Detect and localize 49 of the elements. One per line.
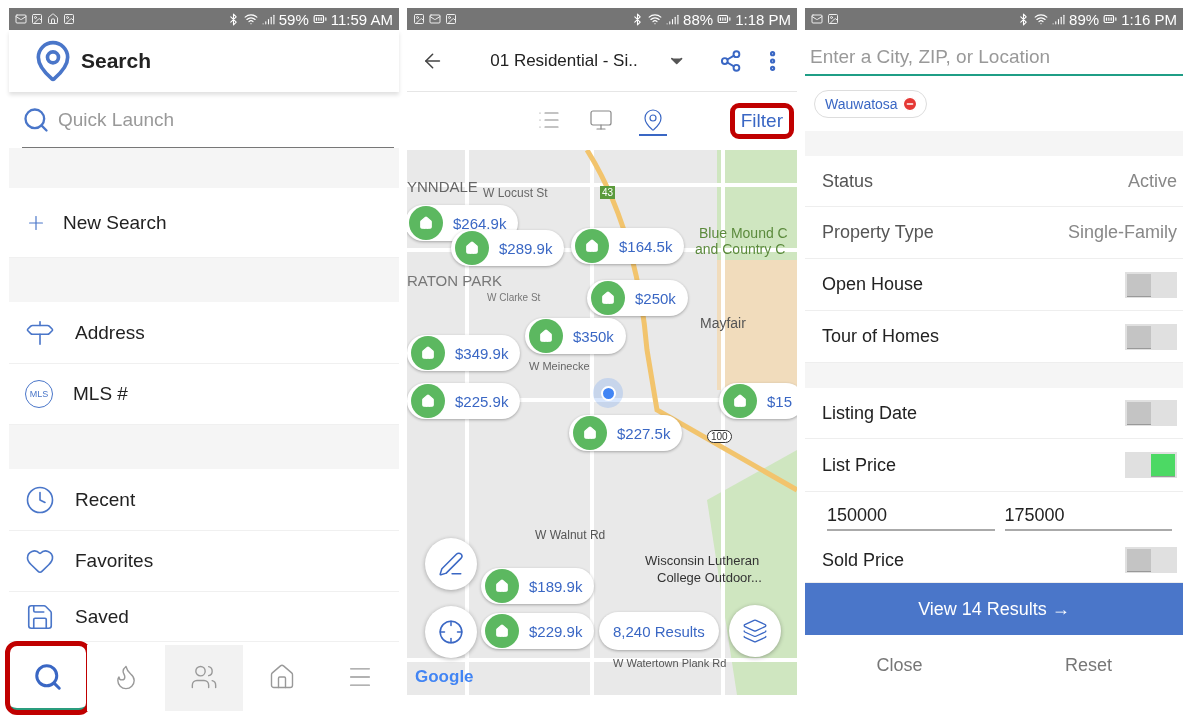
price-pin[interactable]: $350k	[525, 318, 626, 354]
map-label: and Country C	[695, 241, 786, 257]
filter-button[interactable]: Filter	[730, 104, 793, 138]
price-pin[interactable]: $15	[719, 383, 797, 419]
filter-label: List Price	[822, 454, 898, 476]
map-label: Wisconsin Lutheran	[645, 553, 760, 568]
map-label: RATON PARK	[407, 272, 503, 289]
view-results-button[interactable]: View 14 Results →	[805, 583, 1183, 635]
max-price-field[interactable]: 175000	[1004, 499, 1172, 531]
battery-percent: 59%	[278, 10, 309, 28]
price-pin[interactable]: $229.9k	[481, 613, 595, 649]
filter-row[interactable]: Status Active	[805, 156, 1183, 207]
map-label: W Walnut Rd	[535, 528, 606, 542]
map-label: W Watertown Plank Rd	[613, 657, 727, 669]
menu-item[interactable]: Recent	[9, 469, 399, 531]
filter-label: Listing Date	[822, 402, 919, 424]
status-time: 1:18 PM	[735, 10, 791, 28]
price-pin[interactable]: $189.9k	[481, 568, 595, 604]
search-title[interactable]: 01 Residential - Si..	[490, 50, 646, 71]
map-label: W Clarke St	[487, 292, 541, 303]
map-label: YNNDALE	[407, 178, 478, 195]
map-label: College Outdoor...	[657, 570, 762, 585]
map-label: Blue Mound C	[699, 225, 788, 241]
price-pin[interactable]: $250k	[587, 280, 688, 316]
results-count-button[interactable]: 8,240 Results	[599, 612, 719, 650]
route-shield: 43	[600, 186, 616, 199]
filter-label: Open House	[822, 274, 925, 295]
price-pin[interactable]: $227.5k	[569, 415, 683, 451]
screen-title: Search	[81, 49, 152, 73]
filter-label: Sold Price	[822, 549, 906, 571]
filter-label: Tour of Homes	[822, 326, 941, 347]
map-label: Mayfair	[700, 315, 746, 331]
battery-percent: 89%	[1069, 10, 1100, 28]
location-field[interactable]: Enter a City, ZIP, or Location	[805, 28, 1183, 76]
price-pin[interactable]: $289.9k	[451, 230, 565, 266]
battery-percent: 88%	[683, 10, 714, 28]
price-pin[interactable]: $164.5k	[571, 228, 685, 264]
price-pin[interactable]: $349.9k	[407, 335, 521, 371]
menu-item[interactable]: Favorites	[9, 531, 399, 592]
map-label: W Meinecke	[529, 360, 590, 372]
menu-item[interactable]: Address	[9, 302, 399, 364]
map-attribution: Google	[415, 667, 474, 687]
status-time: 1:16 PM	[1121, 10, 1177, 28]
route-shield: 100	[707, 430, 732, 443]
status-time: 11:59 AM	[330, 10, 393, 28]
filter-row[interactable]: Property Type Single-Family	[805, 207, 1183, 259]
map-label: W Locust St	[483, 186, 548, 200]
min-price-field[interactable]: 150000	[827, 499, 995, 531]
price-pin[interactable]: $225.9k	[407, 383, 521, 419]
